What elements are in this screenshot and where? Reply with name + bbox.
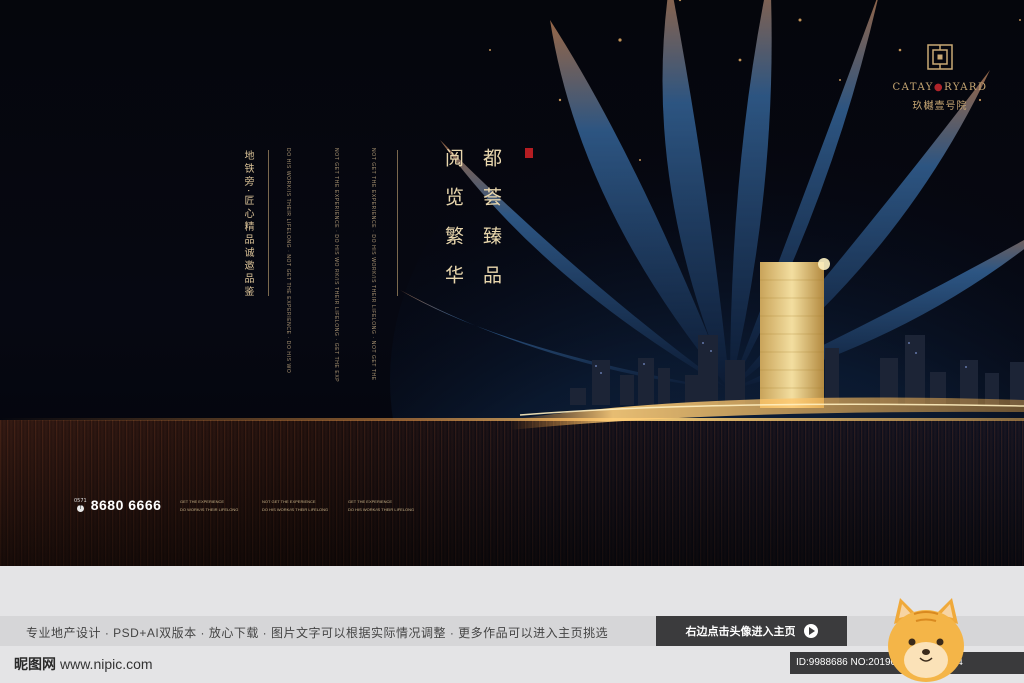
site-url[interactable]: www.nipic.com: [60, 656, 153, 672]
logo-english-left: CATAY: [892, 82, 934, 93]
tag-line-1: NOT GET THE EXPERIENCE: [262, 499, 316, 504]
logo-dot: ●: [933, 82, 945, 93]
tag-line-2: DO HIS WORK/IS THEIR LIFELONG: [262, 507, 329, 512]
tag-line-1: GET THE EXPERIENCE: [348, 499, 393, 504]
english-column-1: DO HIS WORK/IS THEIR LIFELONG · NOT GET …: [285, 148, 291, 374]
footer: 专业地产设计 · PSD+AI双版本 · 放心下载 · 图片文字可以根据实际情况…: [0, 566, 1024, 683]
tag-block: GET THE EXPERIENCE DO WORK/IS THEIR LIFE…: [180, 498, 238, 514]
contact-phone: 0571 T 8680 6666: [74, 497, 161, 513]
tag-block: NOT GET THE EXPERIENCE DO HIS WORK/IS TH…: [262, 498, 328, 514]
site-name: 昵图网: [14, 656, 56, 672]
english-column-3: NOT GET THE EXPERIENCE · DO HIS WORK/IS …: [370, 148, 376, 381]
city-skyline: [510, 258, 1024, 430]
phone-badge: 0571 T: [74, 498, 87, 512]
enter-homepage-label: 右边点击头像进入主页: [685, 626, 796, 638]
logo-knot-icon: [927, 44, 953, 70]
red-seal-icon: [525, 148, 533, 158]
divider-line: [397, 150, 398, 296]
play-icon: [803, 624, 818, 638]
tag-block: GET THE EXPERIENCE DO HIS WORK/IS THEIR …: [348, 498, 414, 514]
phone-number: 8680 6666: [90, 497, 162, 513]
headline-column-2: 阅览繁华: [442, 148, 464, 304]
tag-line-1: GET THE EXPERIENCE: [180, 499, 225, 504]
slogan: 地铁旁·匠心精品诚邀品鉴: [242, 150, 253, 300]
site-watermark: 昵图网 www.nipic.com: [14, 654, 153, 674]
enter-homepage-button[interactable]: 右边点击头像进入主页: [656, 616, 847, 646]
tag-line-2: DO WORK/IS THEIR LIFELONG: [180, 507, 239, 512]
logo-english-name: CATAY●RYARD: [880, 82, 1000, 93]
area-code: 0571: [74, 498, 87, 504]
headline-column-1: 都荟臻品: [480, 148, 502, 304]
cat-avatar-icon[interactable]: [886, 594, 966, 683]
footer-description: 专业地产设计 · PSD+AI双版本 · 放心下载 · 图片文字可以根据实际情况…: [26, 626, 609, 640]
phone-icon: T: [76, 505, 84, 512]
tag-line-2: DO HIS WORK/IS THEIR LIFELONG: [348, 507, 415, 512]
divider-line: [268, 150, 269, 296]
logo-chinese-name: 玖樾壹号院: [912, 101, 968, 112]
logo-english-right: RYARD: [944, 82, 988, 93]
english-column-2: NOT GET THE EXPERIENCE · DO HIS WO RK/IS…: [333, 148, 339, 383]
brand-logo: CATAY●RYARD 玖樾壹号院: [880, 42, 1000, 112]
poster: CATAY●RYARD 玖樾壹号院 都荟臻品 阅览繁华 地铁旁·匠心精品诚邀品鉴…: [0, 0, 1024, 566]
